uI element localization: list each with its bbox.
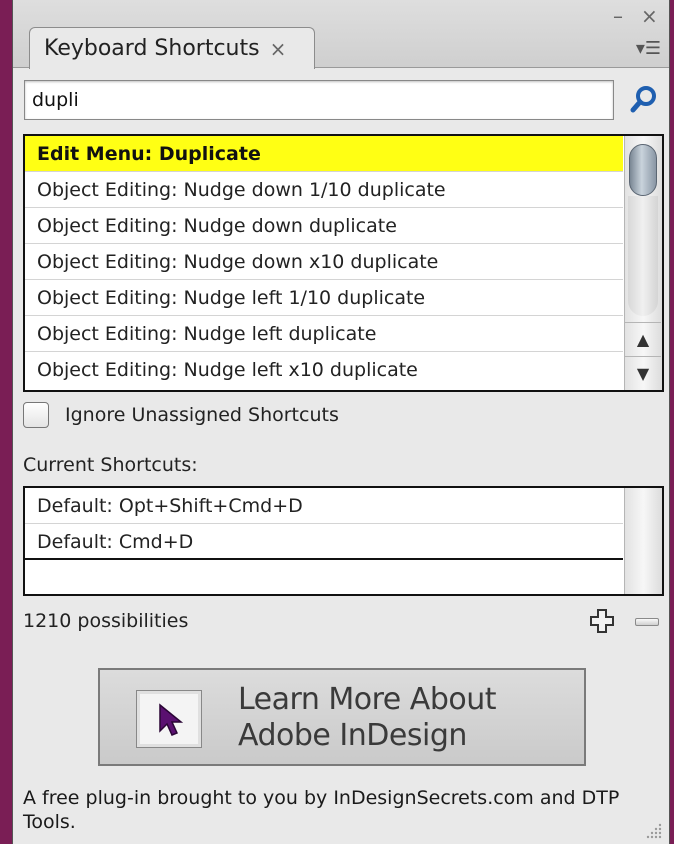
- learn-more-line2: Adobe InDesign: [238, 718, 467, 753]
- tab-keyboard-shortcuts[interactable]: Keyboard Shortcuts ×: [29, 27, 315, 69]
- learn-more-button[interactable]: Learn More About Adobe InDesign: [98, 668, 586, 766]
- plus-icon[interactable]: [589, 608, 615, 634]
- list-item[interactable]: Object Editing: Nudge down x10 duplicate: [25, 244, 623, 280]
- panel-menu-icon[interactable]: ▾☰: [636, 38, 661, 59]
- tab-close-icon[interactable]: ×: [270, 37, 287, 61]
- minimize-button[interactable]: –: [613, 6, 623, 26]
- ignore-unassigned-checkbox[interactable]: [23, 402, 49, 428]
- search-icon[interactable]: [629, 84, 659, 114]
- shortcut-item[interactable]: Default: Opt+Shift+Cmd+D: [25, 488, 623, 524]
- panel-titlebar: – × Keyboard Shortcuts × ▾☰: [13, 0, 669, 69]
- list-item[interactable]: Object Editing: Nudge down 1/10 duplicat…: [25, 172, 623, 208]
- keyboard-shortcuts-panel: – × Keyboard Shortcuts × ▾☰ Edit Menu: D…: [12, 0, 670, 844]
- results-scrollbar[interactable]: ▲ ▼: [624, 136, 662, 390]
- scrollbar-track: [628, 196, 658, 316]
- results-list: Edit Menu: Duplicate Object Editing: Nud…: [23, 134, 664, 392]
- scroll-up-button[interactable]: ▲: [625, 322, 661, 356]
- current-shortcuts-heading: Current Shortcuts:: [23, 454, 198, 476]
- list-item[interactable]: Object Editing: Nudge left duplicate: [25, 316, 623, 352]
- list-item[interactable]: Object Editing: Nudge left x10 duplicate: [25, 352, 623, 388]
- learn-more-line1: Learn More About: [238, 682, 497, 717]
- minus-icon[interactable]: [635, 618, 659, 626]
- footer-credit: A free plug-in brought to you by InDesig…: [23, 787, 620, 833]
- scrollbar-thumb[interactable]: [629, 144, 657, 196]
- close-panel-button[interactable]: ×: [641, 6, 658, 26]
- ignore-unassigned-label: Ignore Unassigned Shortcuts: [65, 404, 339, 426]
- search-input[interactable]: [24, 80, 614, 120]
- learn-more-text: Learn More About Adobe InDesign: [238, 682, 497, 754]
- tab-label: Keyboard Shortcuts: [44, 36, 260, 61]
- resize-grip-icon[interactable]: [645, 822, 663, 840]
- possibilities-count: 1210 possibilities: [23, 610, 189, 632]
- ignore-unassigned-option[interactable]: Ignore Unassigned Shortcuts: [23, 402, 339, 428]
- list-item[interactable]: Object Editing: Nudge down duplicate: [25, 208, 623, 244]
- scroll-down-button[interactable]: ▼: [625, 356, 661, 390]
- list-item[interactable]: Edit Menu: Duplicate: [25, 136, 623, 172]
- list-item[interactable]: Object Editing: Nudge left 1/10 duplicat…: [25, 280, 623, 316]
- shortcuts-scrollbar[interactable]: [624, 488, 662, 594]
- shortcut-item[interactable]: Default: Cmd+D: [25, 524, 623, 560]
- cursor-arrow-icon: [136, 690, 202, 748]
- current-shortcuts-list: Default: Opt+Shift+Cmd+D Default: Cmd+D: [23, 486, 664, 596]
